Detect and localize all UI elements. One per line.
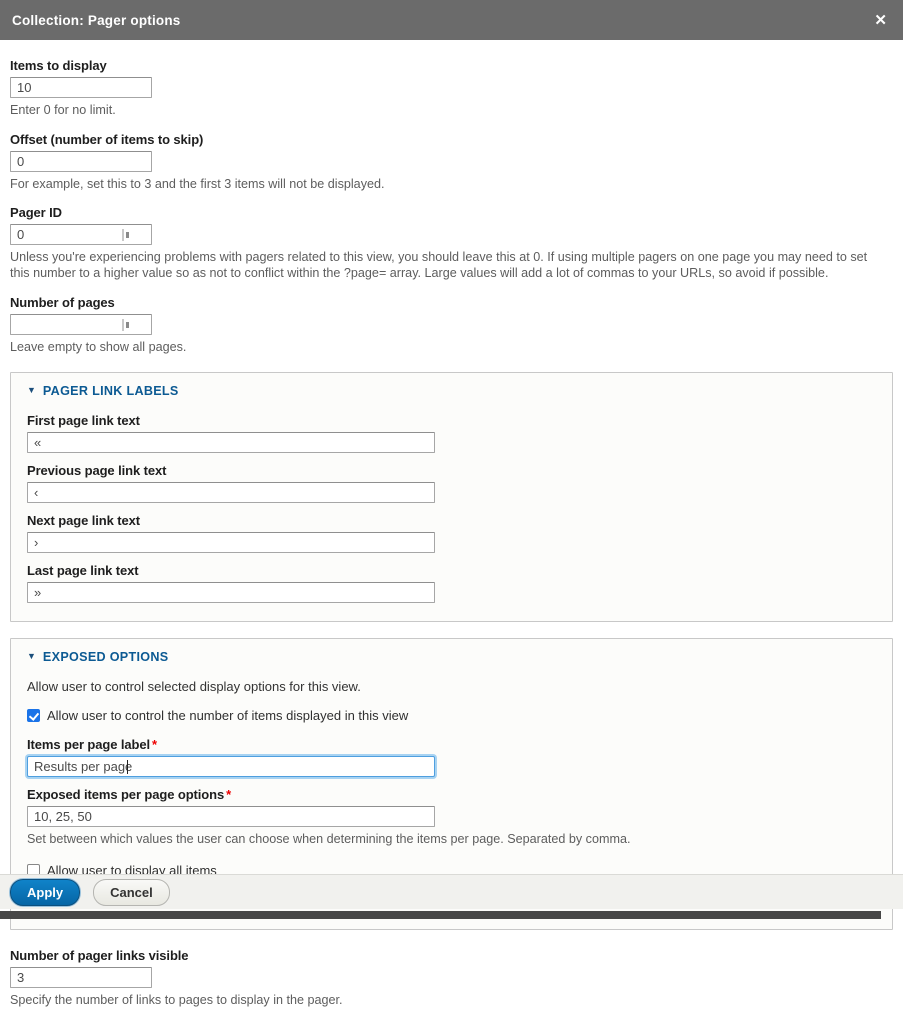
first-page-link-input[interactable]: [27, 432, 435, 453]
number-of-pages-field: Number of pages Leave empty to show all …: [10, 295, 893, 356]
items-to-display-input[interactable]: [10, 77, 152, 98]
next-page-link-label: Next page link text: [27, 513, 876, 528]
previous-page-link-field: Previous page link text: [27, 463, 876, 503]
offset-help: For example, set this to 3 and the first…: [10, 177, 890, 193]
text-cursor: [127, 760, 128, 774]
allow-control-items-checkbox[interactable]: Allow user to control the number of item…: [27, 708, 876, 723]
exposed-options-intro: Allow user to control selected display o…: [27, 679, 876, 694]
items-to-display-field: Items to display Enter 0 for no limit.: [10, 58, 893, 119]
legend-text: PAGER LINK LABELS: [43, 384, 179, 398]
items-per-page-label-text: Items per page label: [27, 737, 150, 752]
next-page-link-input[interactable]: [27, 532, 435, 553]
required-asterisk: *: [226, 787, 231, 802]
collapse-arrow-icon: ▼: [27, 386, 36, 395]
dialog-body: Items to display Enter 0 for no limit. O…: [0, 40, 903, 1009]
dialog-button-pane: Apply Cancel: [0, 874, 903, 909]
pager-links-visible-label: Number of pager links visible: [10, 948, 893, 963]
items-per-page-label-input[interactable]: [27, 756, 435, 777]
background-page-strip: [0, 911, 881, 919]
legend-text: EXPOSED OPTIONS: [43, 650, 169, 664]
number-of-pages-input[interactable]: [10, 314, 152, 335]
allow-control-items-label: Allow user to control the number of item…: [47, 708, 408, 723]
last-page-link-field: Last page link text: [27, 563, 876, 603]
number-of-pages-label: Number of pages: [10, 295, 893, 310]
items-to-display-label: Items to display: [10, 58, 893, 73]
number-spinner-icon[interactable]: [122, 229, 130, 241]
exposed-options-legend[interactable]: ▼ EXPOSED OPTIONS: [27, 650, 876, 664]
last-page-link-label: Last page link text: [27, 563, 876, 578]
offset-field: Offset (number of items to skip) For exa…: [10, 132, 893, 193]
pager-links-visible-field: Number of pager links visible Specify th…: [10, 948, 893, 1009]
number-spinner-icon[interactable]: [122, 319, 130, 331]
last-page-link-input[interactable]: [27, 582, 435, 603]
items-to-display-help: Enter 0 for no limit.: [10, 103, 890, 119]
first-page-link-label: First page link text: [27, 413, 876, 428]
exposed-items-per-page-field: Exposed items per page options* Set betw…: [27, 787, 876, 848]
pager-links-visible-help: Specify the number of links to pages to …: [10, 993, 890, 1009]
pager-links-visible-input[interactable]: [10, 967, 152, 988]
number-of-pages-help: Leave empty to show all pages.: [10, 340, 890, 356]
offset-input[interactable]: [10, 151, 152, 172]
previous-page-link-label: Previous page link text: [27, 463, 876, 478]
dialog-title: Collection: Pager options: [12, 13, 181, 28]
exposed-items-per-page-label-text: Exposed items per page options: [27, 787, 224, 802]
checkbox-checked-icon[interactable]: [27, 709, 40, 722]
collapse-arrow-icon: ▼: [27, 652, 36, 661]
pager-id-field: Pager ID Unless you're experiencing prob…: [10, 205, 893, 281]
offset-label: Offset (number of items to skip): [10, 132, 893, 147]
required-asterisk: *: [152, 737, 157, 752]
dialog-header: Collection: Pager options ✕: [0, 0, 903, 40]
pager-link-labels-fieldset: ▼ PAGER LINK LABELS First page link text…: [10, 372, 893, 622]
pager-options-dialog: Collection: Pager options ✕ Items to dis…: [0, 0, 903, 1009]
exposed-items-per-page-help: Set between which values the user can ch…: [27, 832, 876, 848]
apply-button[interactable]: Apply: [10, 879, 80, 906]
cancel-button[interactable]: Cancel: [93, 879, 170, 906]
next-page-link-field: Next page link text: [27, 513, 876, 553]
pager-id-input[interactable]: [10, 224, 152, 245]
previous-page-link-input[interactable]: [27, 482, 435, 503]
items-per-page-label-field: Items per page label*: [27, 737, 876, 777]
exposed-items-per-page-input[interactable]: [27, 806, 435, 827]
pager-id-help: Unless you're experiencing problems with…: [10, 250, 890, 281]
pager-link-labels-legend[interactable]: ▼ PAGER LINK LABELS: [27, 384, 876, 398]
pager-id-label: Pager ID: [10, 205, 893, 220]
close-icon[interactable]: ✕: [870, 11, 891, 30]
first-page-link-field: First page link text: [27, 413, 876, 453]
